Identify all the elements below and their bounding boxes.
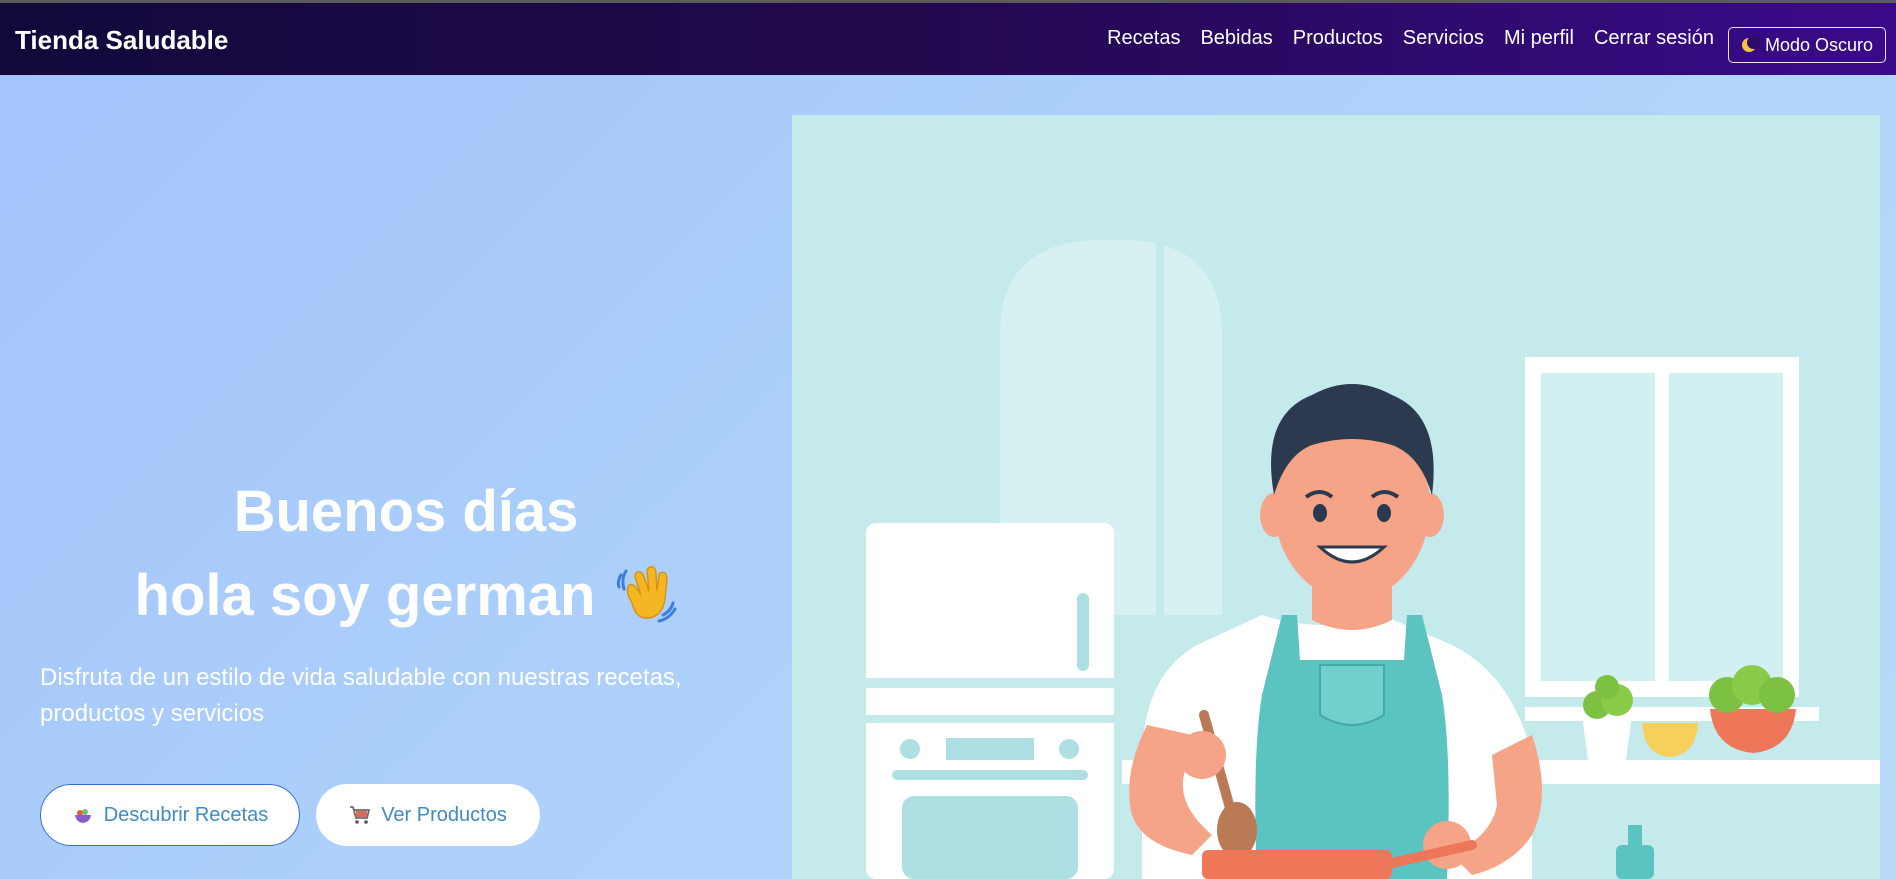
- nav-link-recetas[interactable]: Recetas: [1107, 27, 1180, 50]
- view-products-label: Ver Productos: [381, 803, 507, 826]
- navbar: Tienda Saludable Recetas Bebidas Product…: [0, 3, 1896, 75]
- chef-illustration: [792, 115, 1880, 879]
- cart-icon: [350, 806, 371, 824]
- dark-mode-label: Modo Oscuro: [1764, 34, 1873, 55]
- greeting-line-2: hola soy german: [134, 563, 596, 628]
- hero-subtitle: Disfruta de un estilo de vida saludable …: [40, 664, 682, 727]
- waving-hand-icon: [617, 566, 677, 623]
- discover-recipes-label: Descubrir Recetas: [103, 803, 269, 826]
- bowl-icon: [74, 809, 91, 823]
- brand-logo[interactable]: Tienda Saludable: [15, 25, 228, 56]
- view-products-button[interactable]: Ver Productos: [316, 784, 540, 846]
- nav-link-bebidas[interactable]: Bebidas: [1200, 27, 1272, 50]
- nav-link-mi-perfil[interactable]: Mi perfil: [1504, 27, 1574, 50]
- nav-links: Recetas Bebidas Productos Servicios Mi p…: [1107, 27, 1714, 50]
- dark-mode-button[interactable]: Modo Oscuro: [1727, 27, 1886, 63]
- greeting-line-1: Buenos días: [233, 479, 579, 544]
- nav-link-cerrar-sesion[interactable]: Cerrar sesión: [1594, 27, 1714, 50]
- discover-recipes-button[interactable]: Descubrir Recetas: [40, 784, 300, 846]
- kitchen-scene: [792, 115, 1880, 879]
- hero-greeting: Buenos días hola soy german: [0, 470, 812, 638]
- greeting-line-2-wrap: hola soy german: [0, 554, 812, 638]
- nav-link-productos[interactable]: Productos: [1293, 27, 1383, 50]
- moon-icon: [1741, 36, 1760, 53]
- nav-link-servicios[interactable]: Servicios: [1403, 27, 1484, 50]
